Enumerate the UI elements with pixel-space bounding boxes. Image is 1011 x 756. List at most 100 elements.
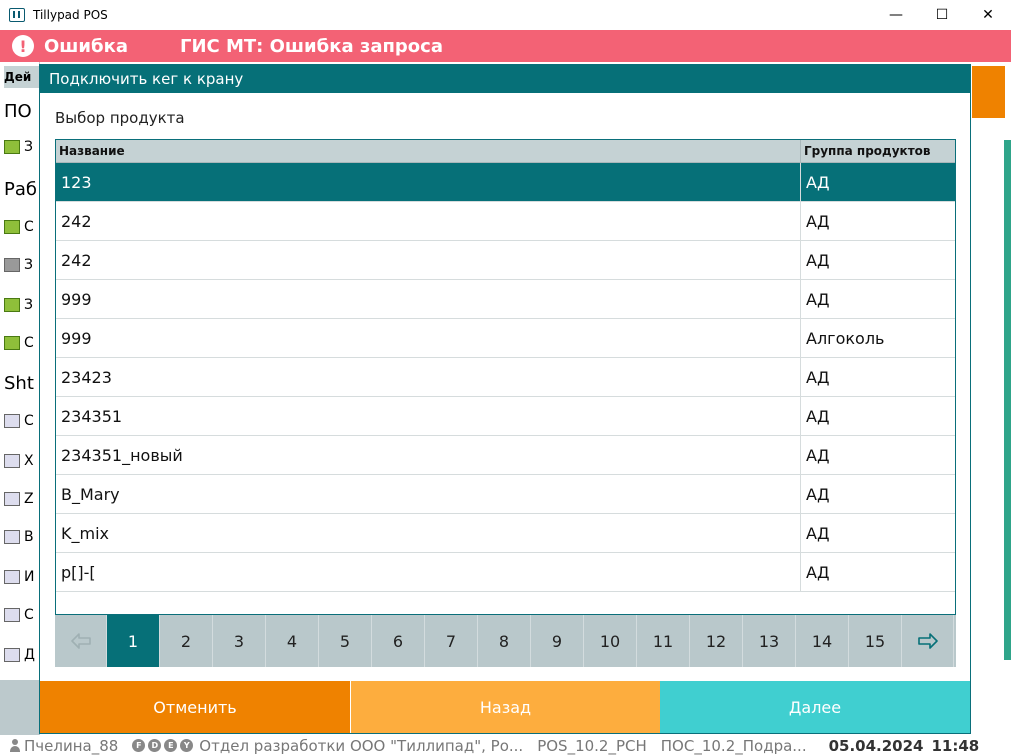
title-bar: Tillypad POS — ☐ ✕ <box>0 0 1011 30</box>
page-button-5[interactable]: 5 <box>319 615 372 667</box>
next-page-button[interactable] <box>902 615 954 667</box>
error-banner[interactable]: ! Ошибка ГИС МТ: Ошибка запроса <box>0 30 1011 62</box>
background-row[interactable]: С <box>4 208 40 246</box>
cell-product-group: АД <box>806 172 830 192</box>
background-row[interactable]: Х <box>4 442 40 480</box>
back-button[interactable]: Назад <box>350 681 660 733</box>
table-row[interactable]: K_mix АД <box>56 514 955 553</box>
next-button[interactable]: Далее <box>660 681 970 733</box>
table-row[interactable]: 234351 АД <box>56 397 955 436</box>
status-terminal: POS_10.2_PCH <box>537 736 647 755</box>
page-list: 1 2 3 4 5 6 7 8 9 10 11 12 13 14 15 <box>107 615 902 667</box>
page-button-3[interactable]: 3 <box>213 615 266 667</box>
page-button-4[interactable]: 4 <box>266 615 319 667</box>
cell-product-group: АД <box>806 406 830 426</box>
cell-product-group: АД <box>806 445 830 465</box>
table-row[interactable]: 23423 АД <box>56 358 955 397</box>
status-time: 11:48 <box>931 736 980 755</box>
background-row[interactable]: С <box>4 324 40 362</box>
page-button-10[interactable]: 10 <box>584 615 637 667</box>
background-bottom-button <box>0 680 40 735</box>
background-action-panel: Дей ПО З Раб С З З С Sht С Х Z В И С Д <box>0 62 40 682</box>
cell-product-group: АД <box>806 211 830 231</box>
cancel-button[interactable]: Отменить <box>40 681 350 733</box>
page-button-14[interactable]: 14 <box>796 615 849 667</box>
page-button-7[interactable]: 7 <box>425 615 478 667</box>
page-button-2[interactable]: 2 <box>160 615 213 667</box>
cell-product-name: p[]-[ <box>56 553 801 591</box>
background-row: Sht <box>4 372 34 394</box>
download-icon <box>4 608 20 622</box>
table-row[interactable]: 242 АД <box>56 241 955 280</box>
table-header: Название Группа продуктов <box>56 140 955 163</box>
page-button-1[interactable]: 1 <box>107 615 160 667</box>
page-button-15[interactable]: 15 <box>849 615 902 667</box>
column-header-group[interactable]: Группа продуктов <box>801 140 955 162</box>
status-badge: E <box>164 739 178 752</box>
grid-icon <box>4 140 20 154</box>
cell-product-group: АД <box>806 562 830 582</box>
table-row[interactable]: 999 Алгоколь <box>56 319 955 358</box>
prev-page-button[interactable] <box>55 615 107 667</box>
cell-product-name: B_Mary <box>56 475 801 513</box>
background-row[interactable]: З <box>4 246 40 284</box>
cell-product-group: АД <box>806 289 830 309</box>
cell-product-name: 123 <box>56 163 801 201</box>
page-button-9[interactable]: 9 <box>531 615 584 667</box>
cell-product-group: АД <box>806 523 830 543</box>
background-row[interactable]: В <box>4 518 40 556</box>
cell-product-name: 234351 <box>56 397 801 435</box>
status-user: Пчелина_88 <box>24 736 119 755</box>
arrow-right-icon <box>917 633 938 649</box>
cell-product-group: АД <box>806 250 830 270</box>
table-row[interactable]: 234351_новый АД <box>56 436 955 475</box>
cell-product-name: 234351_новый <box>56 436 801 474</box>
app-logo-icon <box>9 8 25 22</box>
page-button-6[interactable]: 6 <box>372 615 425 667</box>
user-icon <box>8 738 22 753</box>
dialog-title: Подключить кег к крану <box>40 65 970 93</box>
close-button[interactable]: ✕ <box>965 0 1011 30</box>
square-check-icon <box>4 258 20 272</box>
column-header-name[interactable]: Название <box>56 140 801 162</box>
background-orange-button <box>972 66 1005 118</box>
page-button-13[interactable]: 13 <box>743 615 796 667</box>
table-row[interactable]: 242 АД <box>56 202 955 241</box>
background-row[interactable]: З <box>4 128 40 166</box>
pagination: 1 2 3 4 5 6 7 8 9 10 11 12 13 14 15 <box>55 615 956 667</box>
background-row[interactable]: Z <box>4 480 40 518</box>
background-row: Раб <box>4 178 37 200</box>
background-row[interactable]: З <box>4 286 40 324</box>
background-row[interactable]: Д <box>4 636 40 674</box>
status-badge: D <box>148 739 162 752</box>
error-message: ГИС МТ: Ошибка запроса <box>179 35 443 57</box>
maximize-button[interactable]: ☐ <box>919 0 965 30</box>
product-table: Название Группа продуктов 123 АД 242 АД 242 А… <box>55 139 956 615</box>
table-row[interactable]: 999 АД <box>56 280 955 319</box>
background-row[interactable]: С <box>4 402 40 440</box>
minimize-button[interactable]: — <box>873 0 919 30</box>
cell-product-name: 242 <box>56 241 801 279</box>
app-window: Tillypad POS — ☐ ✕ ! Ошибка ГИС МТ: Ошиб… <box>0 0 1011 756</box>
page-button-11[interactable]: 11 <box>637 615 690 667</box>
status-badges: F D E Y <box>132 739 196 752</box>
printer-icon <box>4 648 20 662</box>
cell-product-name: K_mix <box>56 514 801 552</box>
note-icon <box>4 336 20 350</box>
table-row[interactable]: 123 АД <box>56 163 955 202</box>
window-title: Tillypad POS <box>33 8 108 22</box>
background-row[interactable]: С <box>4 596 40 634</box>
arrow-left-icon <box>70 633 91 649</box>
connect-keg-dialog: Подключить кег к крану Выбор продукта На… <box>39 64 971 734</box>
background-row[interactable]: И <box>4 558 40 596</box>
status-badge: F <box>132 739 146 752</box>
table-row[interactable]: p[]-[АД <box>56 553 955 592</box>
cell-product-name: 999 <box>56 280 801 318</box>
page-button-8[interactable]: 8 <box>478 615 531 667</box>
printer-icon <box>4 570 20 584</box>
table-row[interactable]: B_Mary АД <box>56 475 955 514</box>
page-button-12[interactable]: 12 <box>690 615 743 667</box>
dialog-subtitle: Выбор продукта <box>55 109 185 127</box>
cell-product-name: 999 <box>56 319 801 357</box>
status-organization: Отдел разработки ООО "Тиллипад", Ро... <box>199 736 524 755</box>
